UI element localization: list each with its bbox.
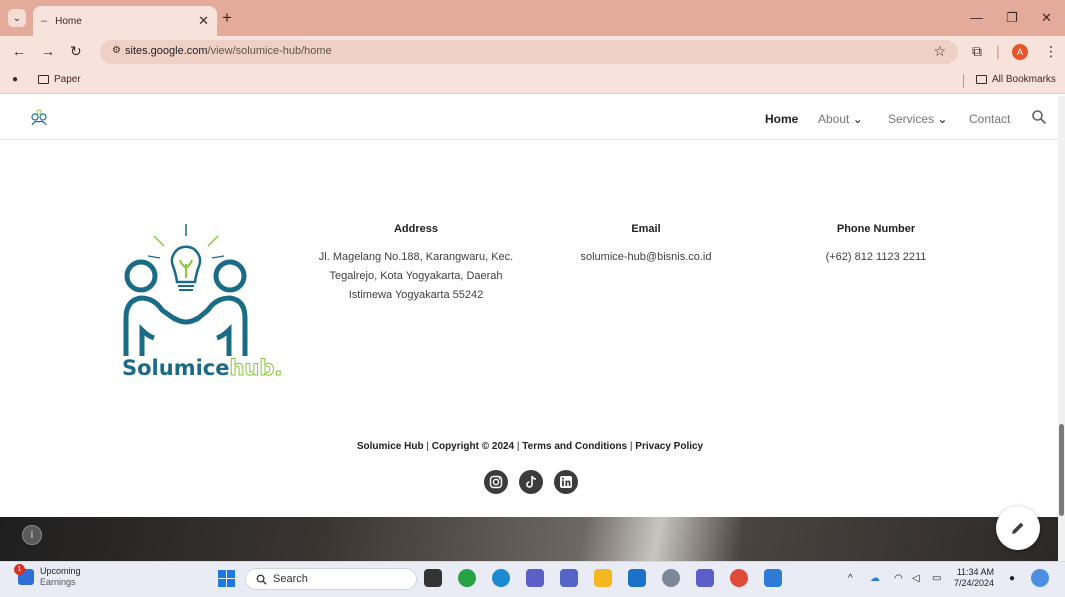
close-window-button[interactable]: ✕ — [1041, 10, 1052, 26]
address-text: Jl. Magelang No.188, Karangwaru, Kec. Te… — [306, 248, 526, 305]
chevron-down-icon: ⌄ — [937, 112, 948, 126]
browser-tab-bar: ⌄ – Home ✕ + — ❐ ✕ — [0, 0, 1065, 36]
volume-icon[interactable]: ◁ — [912, 573, 920, 584]
chevron-down-icon: ⌄ — [852, 112, 863, 126]
tab-close-icon[interactable]: ✕ — [198, 13, 209, 29]
reload-icon[interactable]: ↻ — [70, 43, 82, 60]
nav-about[interactable]: About ⌄ — [818, 112, 863, 126]
taskbar-clock[interactable]: 11:34 AM 7/24/2024 — [954, 567, 994, 589]
widgets-button[interactable]: 1 Upcoming Earnings — [14, 564, 81, 588]
copyright-line: Solumice Hub | Copyright © 2024 | Terms … — [330, 441, 730, 452]
terms-link[interactable]: Terms and Conditions — [522, 441, 627, 452]
address-line: Tegalrejo, Kota Yogyakarta, Daerah — [329, 270, 503, 282]
taskbar-search[interactable]: Search — [245, 568, 417, 590]
instagram-icon[interactable] — [484, 470, 508, 494]
minimize-button[interactable]: — — [970, 10, 983, 25]
separator: | — [426, 441, 429, 452]
address-title: Address — [393, 223, 439, 235]
linkedin-icon[interactable] — [554, 470, 578, 494]
bookmark-item[interactable]: Paper — [38, 74, 81, 85]
widget-title: Upcoming — [40, 566, 81, 576]
handshake-logo-icon — [123, 224, 248, 356]
extensions-icon[interactable]: ⧉ — [972, 43, 982, 60]
globe-icon[interactable]: ● — [12, 74, 18, 85]
teams-icon[interactable] — [526, 569, 544, 587]
restore-button[interactable]: ❐ — [1006, 10, 1018, 26]
phone-title: Phone Number — [836, 223, 916, 235]
pencil-icon — [1012, 522, 1024, 534]
all-bookmarks-button[interactable]: All Bookmarks — [976, 74, 1056, 85]
back-icon[interactable]: ← — [12, 43, 26, 59]
windows-start-icon[interactable] — [218, 570, 235, 587]
chrome-icon[interactable] — [730, 569, 748, 587]
task-view-icon[interactable] — [424, 569, 442, 587]
edge-icon[interactable] — [492, 569, 510, 587]
photos-icon[interactable] — [764, 569, 782, 587]
clock-date: 7/24/2024 — [954, 578, 995, 588]
tab-search-button[interactable]: ⌄ — [8, 9, 26, 27]
site-info-icon[interactable]: ⚙ — [112, 45, 121, 56]
search-placeholder: Search — [273, 573, 308, 585]
logo-wordmark-accent: hub. — [229, 356, 283, 381]
wifi-icon[interactable]: ◠ — [894, 573, 903, 584]
folder-icon — [38, 75, 49, 84]
copyright-text: Copyright © 2024 — [431, 441, 515, 452]
email-title: Email — [631, 223, 661, 235]
bookmarks-bar: ● Paper All Bookmarks — [0, 68, 1065, 94]
logo-wordmark: Solumice — [122, 356, 230, 380]
info-icon[interactable]: i — [22, 525, 42, 545]
site-logo-icon[interactable] — [29, 108, 49, 128]
copyright-brand: Solumice Hub — [356, 441, 424, 452]
browser-tab[interactable]: – Home ✕ — [33, 6, 217, 36]
privacy-link[interactable]: Privacy Policy — [635, 441, 703, 452]
notification-badge: 1 — [14, 564, 25, 575]
separator: | — [516, 441, 520, 452]
bookmark-separator — [963, 74, 964, 88]
settings-icon[interactable] — [662, 569, 680, 587]
app-icon[interactable] — [560, 569, 578, 587]
notification-bell-icon[interactable]: ● — [1009, 573, 1015, 584]
tiktok-icon[interactable] — [519, 470, 543, 494]
profile-avatar[interactable]: A — [1012, 44, 1028, 60]
url-text[interactable]: sites.google.com/view/solumice-hub/home — [125, 45, 332, 57]
toolbar-divider: | — [996, 43, 1000, 59]
address-bar[interactable]: ⚙ sites.google.com/view/solumice-hub/hom… — [100, 40, 958, 64]
onedrive-icon[interactable]: ☁ — [870, 573, 880, 584]
battery-icon[interactable]: ▭ — [932, 573, 941, 584]
copilot-icon[interactable] — [1031, 569, 1049, 587]
mail-icon[interactable] — [628, 569, 646, 587]
teams-work-icon[interactable] — [696, 569, 714, 587]
footer-logo: Solumicehub. — [118, 218, 283, 384]
nav-home[interactable]: Home — [765, 112, 798, 126]
address-line: Jl. Magelang No.188, Karangwaru, Kec. — [318, 251, 514, 263]
search-icon[interactable] — [1031, 109, 1047, 125]
background-photo — [0, 517, 1058, 561]
separator: | — [629, 441, 633, 452]
nav-services[interactable]: Services ⌄ — [888, 112, 947, 126]
clock-time: 11:34 AM — [956, 567, 995, 577]
tab-title: Home — [55, 15, 82, 27]
search-icon — [256, 574, 267, 585]
edit-button[interactable] — [996, 506, 1040, 550]
whatsapp-icon[interactable] — [458, 569, 476, 587]
file-explorer-icon[interactable] — [594, 569, 612, 587]
tray-chevron-up-icon[interactable]: ^ — [848, 573, 853, 584]
nav-contact[interactable]: Contact — [969, 112, 1010, 126]
widgets-icon: 1 — [14, 564, 34, 585]
tab-favicon-icon: – — [41, 15, 48, 27]
email-value[interactable]: solumice-hub@bisnis.co.id — [546, 248, 746, 267]
site-header: Home About ⌄ Services ⌄ Contact — [0, 96, 1058, 140]
new-tab-button[interactable]: + — [222, 8, 232, 28]
forward-icon[interactable]: → — [41, 43, 55, 59]
folder-icon — [976, 75, 987, 84]
address-line: Istimewa Yogyakarta 55242 — [348, 289, 484, 301]
scrollbar-thumb[interactable] — [1059, 424, 1064, 516]
bookmark-star-icon[interactable]: ☆ — [933, 43, 946, 60]
menu-kebab-icon[interactable]: ⋮ — [1044, 43, 1058, 60]
widget-subtitle: Earnings — [40, 577, 76, 587]
phone-value: (+62) 812 1123 2211 — [825, 251, 927, 263]
